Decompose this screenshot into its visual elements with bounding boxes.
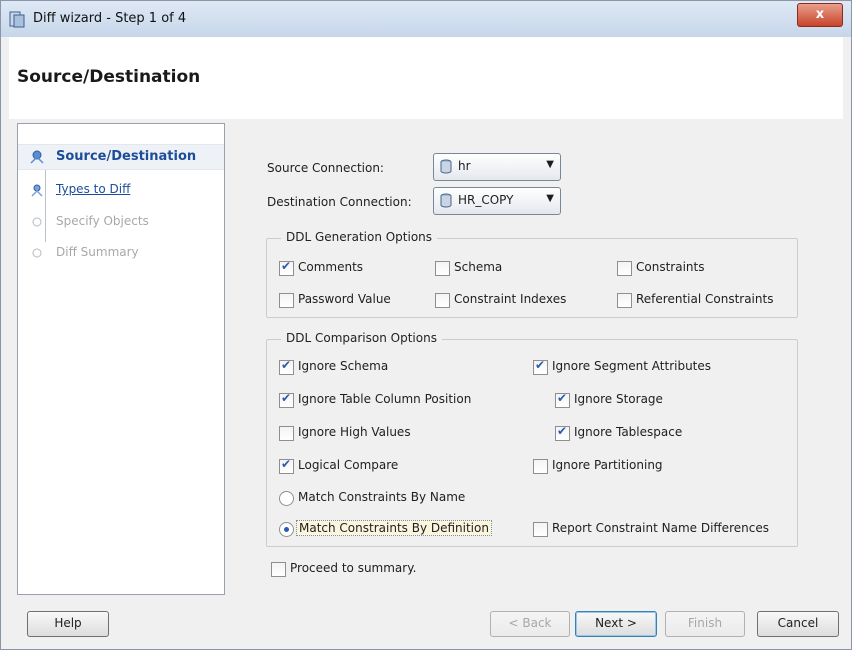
step-label: Diff Summary: [56, 245, 139, 259]
step-types-to-diff[interactable]: Types to Diff: [18, 178, 224, 202]
checkbox-box: [617, 293, 632, 308]
destination-connection-value: HR_COPY: [458, 193, 514, 207]
step-active-icon: [30, 150, 44, 164]
database-icon: [440, 193, 452, 208]
group-title: DDL Comparison Options: [281, 331, 442, 345]
step-specify-objects: Specify Objects: [18, 210, 224, 234]
checkbox-box: [555, 424, 570, 441]
checkbox-box: [279, 426, 294, 441]
wizard-header: Source/Destination: [9, 37, 843, 120]
ddl-comparison-options-group: DDL Comparison Options Ignore Schema Ign…: [266, 331, 798, 547]
ddl-generation-options-group: DDL Generation Options Comments Schema C…: [266, 230, 798, 318]
destination-connection-select[interactable]: HR_COPY ▼: [433, 187, 561, 215]
back-button[interactable]: < Back: [490, 611, 570, 637]
finish-button[interactable]: Finish: [665, 611, 745, 637]
app-icon: [9, 11, 25, 28]
radio-circle: [279, 491, 294, 506]
step-source-destination[interactable]: Source/Destination: [18, 144, 224, 170]
step-label: Source/Destination: [56, 149, 197, 164]
window-title: Diff wizard - Step 1 of 4: [33, 11, 187, 26]
source-connection-label: Source Connection:: [267, 161, 384, 175]
step-pending-icon: [32, 248, 42, 258]
close-button[interactable]: x: [797, 3, 843, 27]
checkbox-box: [435, 293, 450, 308]
source-connection-value: hr: [458, 159, 471, 173]
checkbox-box: [435, 261, 450, 276]
checkbox-box: [279, 293, 294, 308]
wizard-steps-panel: Source/Destination Types to Diff Specify…: [17, 123, 225, 595]
step-pending-icon: [32, 217, 42, 227]
source-connection-select[interactable]: hr ▼: [433, 153, 561, 181]
step-label: Specify Objects: [56, 214, 149, 228]
radio-circle: [279, 522, 294, 537]
chevron-down-icon: ▼: [546, 159, 554, 170]
checkbox-box: [555, 391, 570, 408]
group-title: DDL Generation Options: [281, 230, 438, 244]
help-button[interactable]: Help: [27, 611, 109, 637]
cancel-button[interactable]: Cancel: [757, 611, 839, 637]
checkbox-box: [533, 358, 548, 375]
checkbox-box: [533, 459, 548, 474]
title-bar: Diff wizard - Step 1 of 4 x: [1, 1, 851, 37]
diff-wizard-dialog: Diff wizard - Step 1 of 4 x Source/Desti…: [0, 0, 852, 650]
close-icon: x: [815, 7, 825, 22]
step-diff-summary: Diff Summary: [18, 241, 224, 265]
database-icon: [440, 159, 452, 174]
step-link-icon: [31, 184, 43, 197]
page-title: Source/Destination: [17, 67, 201, 87]
checkbox-box: [279, 358, 294, 375]
destination-connection-label: Destination Connection:: [267, 195, 412, 209]
checkbox-box: [279, 259, 294, 276]
chevron-down-icon: ▼: [546, 193, 554, 204]
wizard-content: Source/Destination Types to Diff Specify…: [9, 119, 843, 597]
checkbox-box: [533, 522, 548, 537]
button-bar: Help < Back Next > Finish Cancel: [1, 597, 851, 649]
step-label: Types to Diff: [56, 182, 131, 196]
checkbox-box: [617, 261, 632, 276]
next-button[interactable]: Next >: [575, 611, 657, 637]
checkbox-box: [279, 457, 294, 474]
checkbox-box: [271, 562, 286, 577]
checkbox-box: [279, 391, 294, 408]
